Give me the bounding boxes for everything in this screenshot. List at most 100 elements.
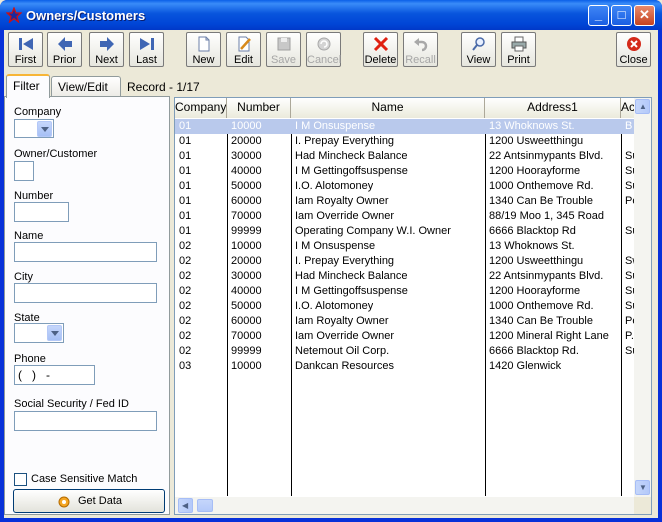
prior-button[interactable]: Prior — [47, 32, 82, 67]
table-row[interactable]: 02 40000 I M Gettingoffsuspense 1200 Hooray… — [175, 284, 635, 299]
first-arrow-icon — [19, 38, 33, 50]
window-close-button[interactable]: ✕ — [634, 5, 655, 26]
delete-button[interactable]: Delete — [363, 32, 398, 67]
table-row[interactable]: 01 99999 Operating Company W.I. Owner 6666 … — [175, 224, 635, 239]
tab-view-edit[interactable]: View/Edit — [51, 76, 121, 97]
table-cell: Iam Override Owner — [295, 210, 395, 222]
ssn-field[interactable] — [14, 411, 157, 431]
table-cell: 02 — [179, 330, 192, 342]
maximize-button[interactable]: □ — [611, 5, 632, 26]
scroll-up-button[interactable]: ▲ — [635, 99, 650, 114]
table-cell: I. Prepay Everything — [295, 135, 395, 147]
table-cell: I M Gettingoffsuspense — [295, 285, 408, 297]
table-cell: 1200 Hoorayforme — [489, 165, 581, 177]
column-header-company[interactable]: Company — [175, 98, 227, 118]
table-row[interactable]: 01 60000 Iam Royalty Owner 1340 Can Be Trou… — [175, 194, 635, 209]
table-row[interactable]: 02 70000 Iam Override Owner 1200 Mineral Ri… — [175, 329, 635, 344]
table-cell: 1200 Usweetthingu — [489, 255, 584, 267]
cancel-icon — [317, 37, 331, 51]
company-dropdown[interactable] — [14, 119, 54, 138]
minimize-button[interactable]: _ — [588, 5, 609, 26]
table-cell: Dankcan Resources — [295, 360, 395, 372]
table-row[interactable]: 02 60000 Iam Royalty Owner 1340 Can Be Trou… — [175, 314, 635, 329]
table-cell: 70000 — [231, 210, 262, 222]
column-header-number[interactable]: Number — [227, 98, 291, 118]
table-cell: 1200 Mineral Right Lane — [489, 330, 609, 342]
view-button[interactable]: View — [461, 32, 496, 67]
table-cell: 01 — [179, 165, 192, 177]
tab-filter[interactable]: Filter — [6, 74, 50, 98]
last-button[interactable]: Last — [129, 32, 164, 67]
table-cell: 10000 — [231, 360, 262, 372]
table-cell: Operating Company W.I. Owner — [295, 225, 451, 237]
number-label: Number — [14, 190, 54, 202]
table-cell: I.O. Alotomoney — [295, 180, 374, 192]
table-row[interactable]: 01 50000 I.O. Alotomoney 1000 Onthemove Rd.… — [175, 179, 635, 194]
magnifier-icon — [472, 37, 485, 51]
scroll-thumb[interactable] — [197, 499, 213, 512]
table-row[interactable]: 02 99999 Netemout Oil Corp. 6666 Blacktop R… — [175, 344, 635, 359]
name-field[interactable] — [14, 242, 157, 262]
table-row[interactable]: 01 30000 Had Mincheck Balance 22 Antsinmypa… — [175, 149, 635, 164]
title-bar[interactable]: Owners/Customers _ □ ✕ — [0, 0, 662, 30]
table-row[interactable]: 01 40000 I M Gettingoffsuspense 1200 Hooray… — [175, 164, 635, 179]
first-button[interactable]: First — [8, 32, 43, 67]
table-cell: 40000 — [231, 285, 262, 297]
owner-label: Owner/Customer — [14, 148, 98, 160]
table-row[interactable]: 02 50000 I.O. Alotomoney 1000 Onthemove Rd.… — [175, 299, 635, 314]
new-button[interactable]: New — [186, 32, 221, 67]
scroll-left-button[interactable]: ◀ — [178, 498, 193, 513]
scroll-down-button[interactable]: ▼ — [635, 480, 650, 495]
owner-field[interactable] — [14, 161, 34, 181]
vertical-scrollbar[interactable]: ▲ ▼ — [634, 98, 651, 498]
table-cell: 02 — [179, 300, 192, 312]
table-row[interactable]: 02 30000 Had Mincheck Balance 22 Antsinmypa… — [175, 269, 635, 284]
window-title: Owners/Customers — [26, 8, 146, 23]
city-label: City — [14, 271, 33, 283]
recall-button[interactable]: Recall — [403, 32, 438, 67]
table-cell: 01 — [179, 210, 192, 222]
table-cell: 01 — [179, 150, 192, 162]
table-cell: 02 — [179, 240, 192, 252]
table-row[interactable]: 02 20000 I. Prepay Everything 1200 Usweetth… — [175, 254, 635, 269]
chevron-left-icon: ◀ — [182, 501, 189, 510]
table-row[interactable]: 02 10000 I M Onsuspense 13 Whoknows St. — [175, 239, 635, 254]
column-header-name[interactable]: Name — [291, 98, 485, 118]
table-row[interactable]: 03 10000 Dankcan Resources 1420 Glenwick — [175, 359, 635, 374]
tab-strip: Filter View/Edit Record - 1/17 — [4, 74, 658, 98]
close-button[interactable]: Close — [616, 32, 651, 67]
table-cell: 22 Antsinmypants Blvd. — [489, 150, 604, 162]
table-cell: Had Mincheck Balance — [295, 270, 408, 282]
column-header-address2[interactable]: Ac — [621, 98, 635, 118]
get-data-button[interactable]: Get Data — [13, 489, 165, 513]
table-row[interactable]: 01 70000 Iam Override Owner 88/19 Moo 1, 34… — [175, 209, 635, 224]
table-cell: I M Gettingoffsuspense — [295, 165, 408, 177]
horizontal-scrollbar[interactable]: ◀ — [175, 497, 635, 514]
column-header-address1[interactable]: Address1 — [485, 98, 621, 118]
table-cell: 50000 — [231, 300, 262, 312]
case-sensitive-checkbox[interactable] — [14, 473, 27, 486]
table-cell: 50000 — [231, 180, 262, 192]
table-cell: 01 — [179, 180, 192, 192]
save-button[interactable]: Save — [266, 32, 301, 67]
table-row[interactable]: 01 20000 I. Prepay Everything 1200 Usweetth… — [175, 134, 635, 149]
table-cell: 6666 Blacktop Rd. — [489, 345, 579, 357]
table-cell: 1000 Onthemove Rd. — [489, 180, 594, 192]
table-cell: 13 Whoknows St. — [489, 240, 575, 252]
table-cell: Had Mincheck Balance — [295, 150, 408, 162]
table-row[interactable]: 01 10000 I M Onsuspense 13 Whoknows St. B — [175, 119, 635, 134]
table-cell: 02 — [179, 285, 192, 297]
state-dropdown[interactable] — [14, 323, 64, 343]
next-button[interactable]: Next — [89, 32, 124, 67]
cancel-button[interactable]: Cancel — [306, 32, 341, 67]
edit-button[interactable]: Edit — [226, 32, 261, 67]
table-cell: 10000 — [231, 240, 262, 252]
number-field[interactable] — [14, 202, 69, 222]
city-field[interactable] — [14, 283, 157, 303]
red-x-icon — [373, 36, 389, 52]
phone-label: Phone — [14, 353, 46, 365]
print-button[interactable]: Print — [501, 32, 536, 67]
phone-field[interactable]: ( ) - — [14, 365, 95, 385]
table-cell: 6666 Blacktop Rd — [489, 225, 576, 237]
records-grid[interactable]: Company Number Name Address1 Ac 01 10000 I… — [174, 97, 652, 515]
